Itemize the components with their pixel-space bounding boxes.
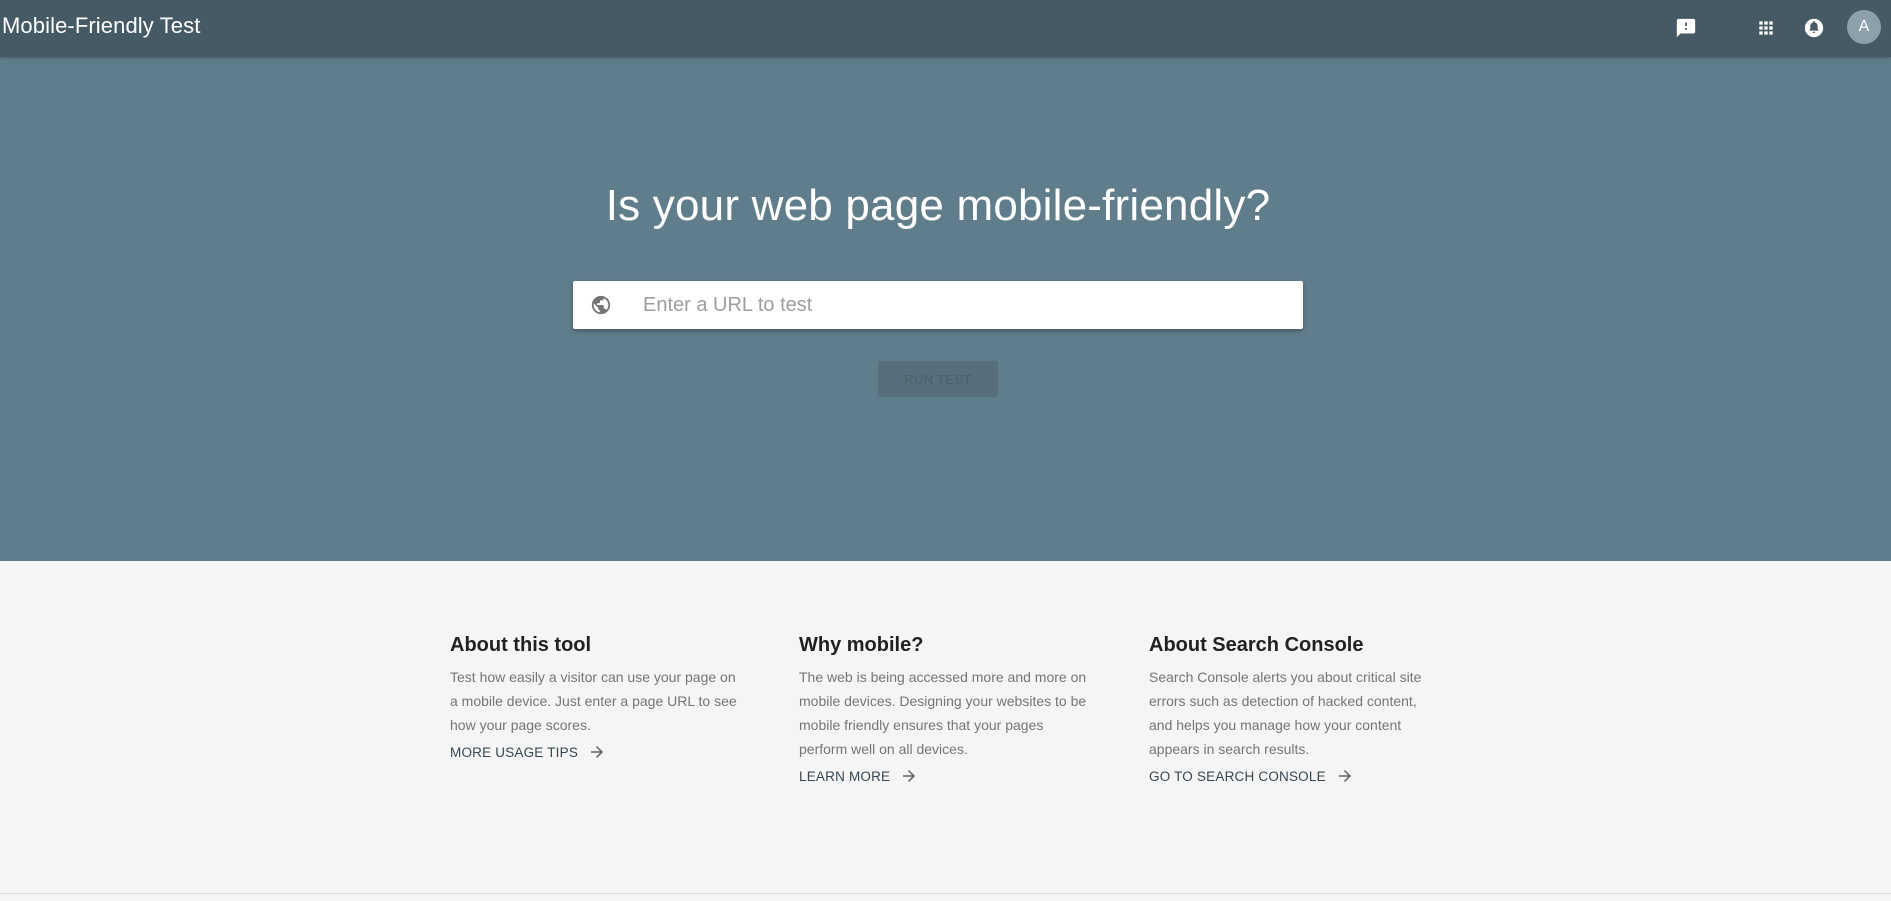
- link-label: MORE USAGE TIPS: [450, 744, 579, 760]
- info-heading: About Search Console: [1149, 634, 1364, 656]
- learn-more-link[interactable]: LEARN MORE: [799, 767, 918, 785]
- info-text: Search Console alerts you about critical…: [1149, 669, 1422, 757]
- hero-section: Is your web page mobile-friendly? RUN TE…: [0, 57, 1891, 561]
- info-heading: About this tool: [450, 634, 592, 656]
- info-text: Test how easily a visitor can use your p…: [450, 669, 737, 733]
- info-column-why-mobile: Why mobile? The web is being accessed mo…: [799, 633, 1089, 786]
- info-heading: Why mobile?: [799, 634, 924, 656]
- notifications-icon[interactable]: [1800, 14, 1828, 42]
- url-input[interactable]: [643, 285, 1283, 325]
- app-title[interactable]: Mobile-Friendly Test: [2, 13, 200, 39]
- more-usage-tips-link[interactable]: MORE USAGE TIPS: [450, 743, 606, 761]
- info-column-search-console: About Search Console Search Console aler…: [1149, 633, 1439, 786]
- page-title: Is your web page mobile-friendly?: [605, 181, 1271, 230]
- globe-icon: [589, 293, 613, 317]
- go-to-search-console-link[interactable]: GO TO SEARCH CONSOLE: [1149, 767, 1354, 785]
- arrow-right-icon: [1336, 767, 1354, 785]
- info-column-about-tool: About this tool Test how easily a visito…: [450, 633, 740, 762]
- url-search-box[interactable]: [573, 281, 1303, 329]
- account-avatar[interactable]: A: [1847, 10, 1881, 44]
- arrow-right-icon: [588, 743, 606, 761]
- footer-divider: [0, 893, 1891, 894]
- feedback-icon[interactable]: [1672, 14, 1700, 42]
- arrow-right-icon: [900, 767, 918, 785]
- link-label: LEARN MORE: [799, 768, 891, 784]
- run-test-button[interactable]: RUN TEST: [878, 361, 998, 397]
- link-label: GO TO SEARCH CONSOLE: [1149, 768, 1326, 784]
- apps-grid-icon[interactable]: [1752, 14, 1780, 42]
- info-text: The web is being accessed more and more …: [799, 669, 1087, 757]
- top-app-bar: Mobile-Friendly Test A: [0, 0, 1891, 57]
